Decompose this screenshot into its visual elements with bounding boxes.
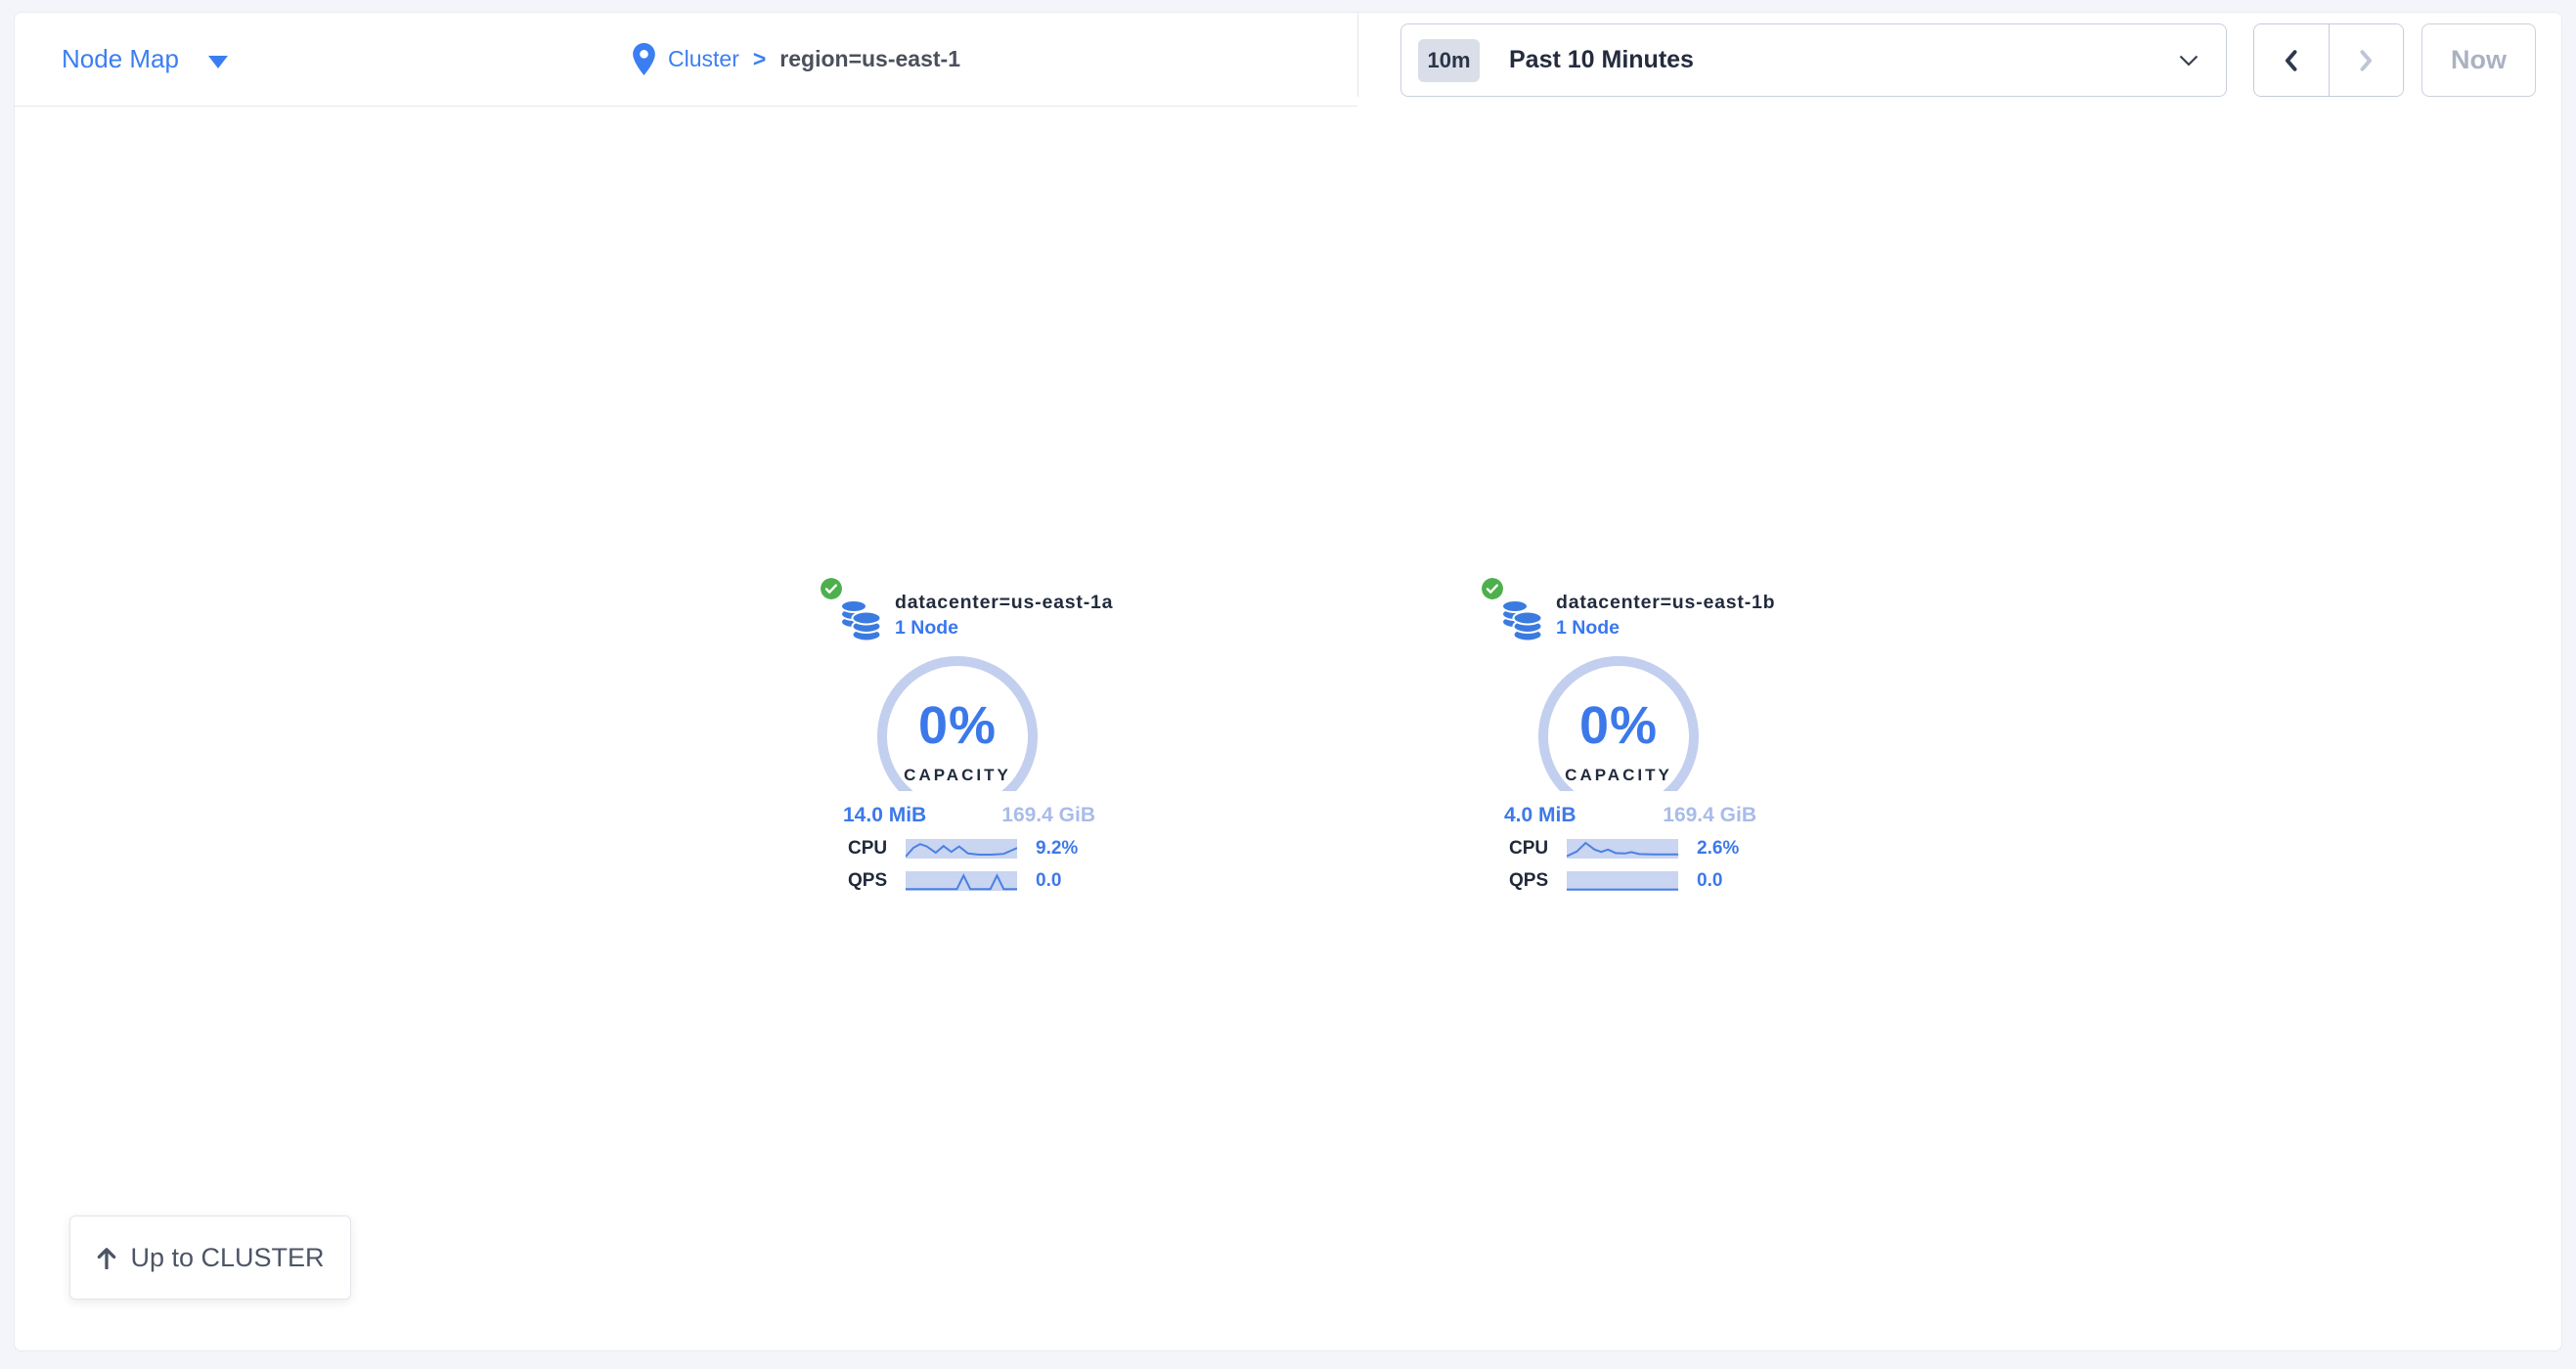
time-prev-button[interactable]	[2254, 24, 2329, 96]
header-divider-vertical	[1357, 13, 1358, 97]
time-range-badge: 10m	[1418, 39, 1480, 82]
database-stack-icon	[1501, 597, 1542, 642]
capacity-used: 14.0 MiB	[843, 804, 926, 827]
capacity-label: CAPACITY	[1521, 766, 1716, 785]
metric-label: QPS	[1509, 870, 1567, 892]
breadcrumb-current: region=us-east-1	[779, 46, 960, 72]
up-arrow-icon	[96, 1246, 117, 1269]
metric-value: 0.0	[1036, 870, 1061, 892]
metric-value: 2.6%	[1697, 838, 1739, 860]
up-to-cluster-button[interactable]: Up to CLUSTER	[69, 1215, 351, 1300]
view-selector-label: Node Map	[62, 44, 179, 74]
capacity-gauge: 0% CAPACITY	[860, 654, 1055, 791]
capacity-label: CAPACITY	[860, 766, 1055, 785]
view-selector-dropdown[interactable]: Node Map	[62, 13, 228, 106]
metric-row: QPS 0.0	[848, 870, 1114, 892]
breadcrumb-cluster-link[interactable]: Cluster	[668, 46, 739, 72]
header-divider-horizontal	[15, 106, 1357, 107]
caret-down-icon	[208, 56, 228, 68]
datacenter-card-header: datacenter=us-east-1a 1 Node	[821, 576, 1114, 642]
capacity-total: 169.4 GiB	[1001, 804, 1095, 827]
chevron-right-icon	[2352, 45, 2379, 76]
node-count: 1 Node	[1556, 615, 1775, 640]
capacity-percentage: 0%	[860, 695, 1055, 756]
metric-row: CPU 9.2%	[848, 838, 1114, 860]
app-container: Node Map Cluster > region=us-east-1 10m …	[14, 12, 2562, 1351]
header-bar: Node Map Cluster > region=us-east-1 10m …	[15, 13, 2561, 106]
datacenter-title: datacenter=us-east-1b	[1556, 590, 1775, 615]
capacity-total: 169.4 GiB	[1663, 804, 1756, 827]
status-ok-icon	[821, 578, 842, 599]
capacity-percentage: 0%	[1521, 695, 1716, 756]
chevron-left-icon	[2278, 45, 2305, 76]
metric-sparkline	[906, 871, 1017, 891]
time-range-label: Past 10 Minutes	[1509, 46, 1694, 74]
breadcrumb: Cluster > region=us-east-1	[632, 13, 960, 106]
node-count: 1 Node	[895, 615, 1114, 640]
datacenter-title: datacenter=us-east-1a	[895, 590, 1114, 615]
time-next-button[interactable]	[2329, 24, 2404, 96]
metric-value: 9.2%	[1036, 838, 1078, 860]
datacenter-card[interactable]: datacenter=us-east-1a 1 Node 0% CAPACITY…	[821, 576, 1114, 892]
chevron-down-icon	[2179, 55, 2198, 66]
metric-label: CPU	[1509, 838, 1567, 860]
metric-sparkline	[1567, 839, 1678, 859]
capacity-used: 4.0 MiB	[1504, 804, 1577, 827]
metric-sparkline	[906, 839, 1017, 859]
up-button-label: Up to CLUSTER	[130, 1243, 324, 1273]
capacity-values-row: 4.0 MiB 169.4 GiB	[1504, 804, 1756, 827]
now-button[interactable]: Now	[2421, 23, 2536, 97]
metric-row: CPU 2.6%	[1509, 838, 1775, 860]
datacenter-card[interactable]: datacenter=us-east-1b 1 Node 0% CAPACITY…	[1482, 576, 1775, 892]
metric-row: QPS 0.0	[1509, 870, 1775, 892]
status-ok-icon	[1482, 578, 1503, 599]
datacenter-card-header: datacenter=us-east-1b 1 Node	[1482, 576, 1775, 642]
metric-value: 0.0	[1697, 870, 1722, 892]
metric-sparkline	[1567, 871, 1678, 891]
time-nav-group	[2253, 23, 2404, 97]
capacity-values-row: 14.0 MiB 169.4 GiB	[843, 804, 1095, 827]
time-range-selector[interactable]: 10m Past 10 Minutes	[1400, 23, 2227, 97]
metric-label: QPS	[848, 870, 906, 892]
database-stack-icon	[840, 597, 881, 642]
metric-label: CPU	[848, 838, 906, 860]
capacity-gauge: 0% CAPACITY	[1521, 654, 1716, 791]
breadcrumb-separator: >	[753, 46, 766, 72]
location-pin-icon	[632, 42, 656, 76]
